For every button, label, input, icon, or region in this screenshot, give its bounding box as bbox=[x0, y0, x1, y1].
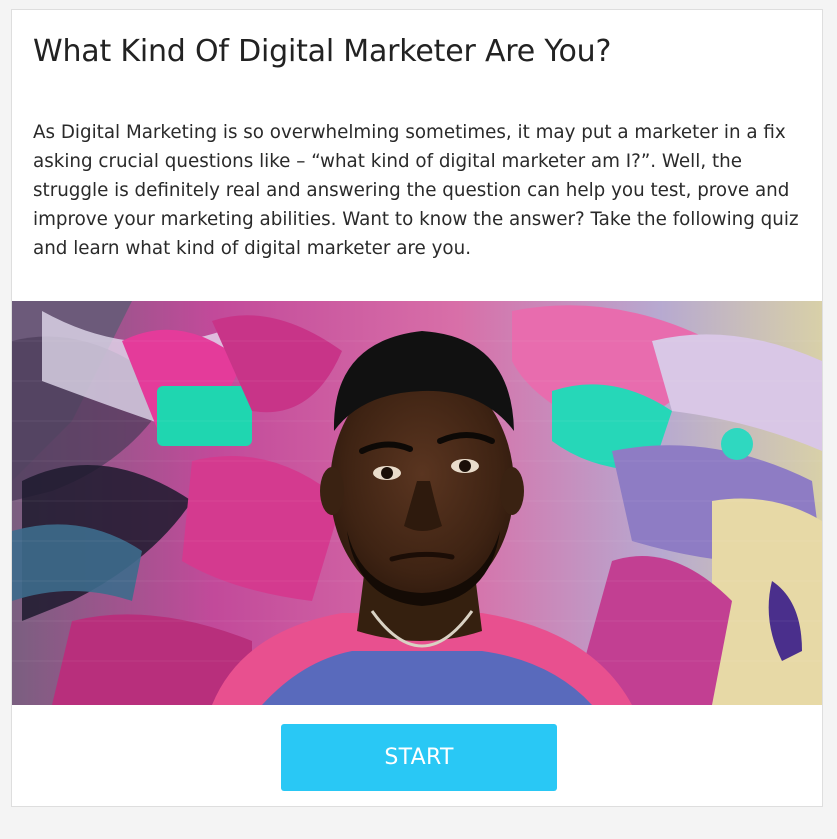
start-button[interactable]: START bbox=[281, 724, 557, 791]
quiz-description: As Digital Marketing is so overwhelming … bbox=[33, 122, 799, 259]
quiz-title: What Kind Of Digital Marketer Are You? bbox=[33, 34, 612, 69]
quiz-card: What Kind Of Digital Marketer Are You? A… bbox=[11, 9, 823, 807]
hero-image bbox=[12, 301, 822, 705]
